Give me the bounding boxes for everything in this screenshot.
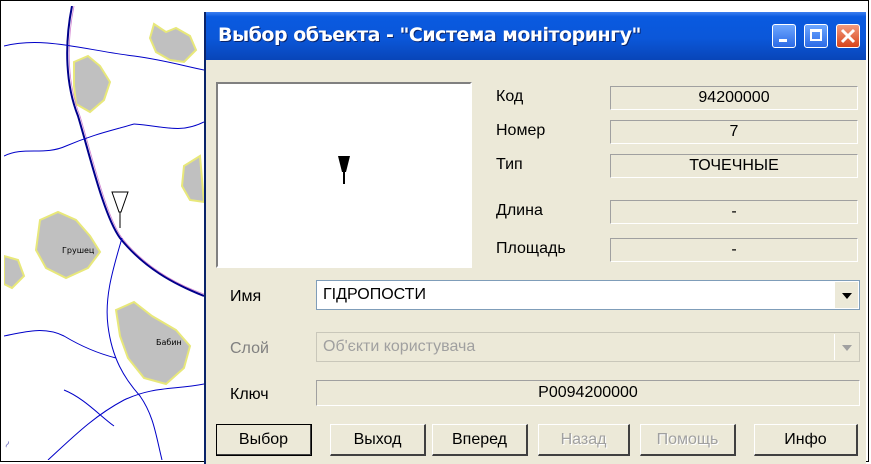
map-canvas: ~	[4, 6, 204, 460]
dialog-content: Код 94200000 Номер 7 Тип ТОЧЕЧНЫЕ Длина …	[206, 60, 866, 464]
name-dropdown-button[interactable]	[834, 282, 858, 308]
settlement-shape	[73, 54, 112, 114]
area-value: -	[610, 238, 858, 262]
title-bar[interactable]: Выбор объекта - "Система моніторингу"	[206, 12, 866, 60]
help-button[interactable]: Помощь	[640, 424, 736, 456]
svg-text:~: ~	[4, 438, 15, 451]
river-line	[47, 383, 204, 460]
river-line	[4, 123, 135, 157]
river-line	[4, 330, 117, 359]
exit-button[interactable]: Выход	[330, 424, 426, 456]
map-label-babyn: Бабин	[156, 338, 182, 347]
layer-dropdown-button	[834, 334, 858, 360]
name-select-value: ГІДРОПОСТИ	[323, 286, 426, 303]
type-label: Тип	[496, 156, 523, 173]
forward-button[interactable]: Вперед	[432, 424, 528, 456]
number-value: 7	[610, 120, 858, 144]
layer-select-value: Об'єкти користувача	[323, 338, 476, 355]
window-title: Выбор объекта - "Система моніторингу"	[218, 24, 641, 46]
layer-label: Слой	[230, 340, 269, 357]
area-label: Площадь	[496, 240, 566, 257]
map-label-grushets: Грушец	[62, 246, 95, 255]
minimize-button[interactable]	[772, 24, 796, 48]
key-value: P0094200000	[316, 380, 860, 406]
type-value: ТОЧЕЧНЫЕ	[610, 154, 858, 178]
name-select[interactable]: ГІДРОПОСТИ	[316, 280, 860, 310]
maximize-button[interactable]	[804, 24, 828, 48]
layer-select: Об'єкти користувача	[316, 332, 860, 362]
map-view[interactable]: ~ Грушец Бабин	[4, 6, 204, 460]
minimize-icon	[779, 39, 787, 42]
settlement-shape	[148, 22, 198, 64]
select-object-dialog: Выбор объекта - "Система моніторингу" Ко…	[204, 12, 866, 464]
info-button[interactable]: Инфо	[754, 424, 858, 456]
chevron-down-icon	[842, 345, 852, 351]
settlement-shape	[34, 210, 102, 280]
key-label: Ключ	[230, 386, 269, 403]
river-line	[63, 389, 115, 427]
gauge-symbol-icon	[338, 156, 350, 184]
name-label: Имя	[230, 288, 262, 305]
length-label: Длина	[496, 202, 543, 219]
code-value: 94200000	[610, 86, 858, 110]
length-value: -	[610, 200, 858, 224]
object-preview	[216, 82, 472, 268]
settlement-shape	[180, 154, 204, 204]
chevron-down-icon	[842, 293, 852, 299]
maximize-icon	[810, 29, 822, 41]
number-label: Номер	[496, 122, 546, 139]
select-button[interactable]: Выбор	[216, 424, 312, 456]
close-button[interactable]	[836, 24, 860, 48]
settlement-shape	[4, 254, 26, 290]
back-button[interactable]: Назад	[538, 424, 630, 456]
gauge-marker-icon	[111, 191, 129, 213]
code-label: Код	[496, 88, 524, 105]
close-icon	[840, 28, 856, 44]
river-line	[133, 121, 204, 129]
